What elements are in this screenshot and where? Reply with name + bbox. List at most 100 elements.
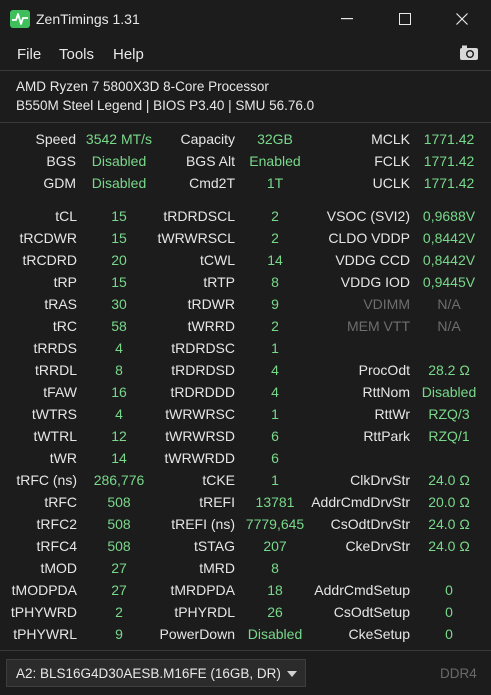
- close-button[interactable]: [433, 0, 491, 38]
- timing-value: 508: [107, 494, 131, 510]
- timing-label: tWRWRSC: [165, 406, 235, 422]
- timing-label: tMRDPDA: [170, 582, 235, 598]
- voltage-label: ClkDrvStr: [350, 472, 410, 488]
- voltage-value: 0,8442V: [422, 230, 476, 246]
- summary-value: Disabled: [91, 175, 147, 191]
- timing-value: 30: [111, 296, 127, 312]
- voltage-label: CsOdtSetup: [333, 604, 410, 620]
- timing-value: 9: [115, 626, 123, 642]
- window-title: ZenTimings 1.31: [36, 11, 140, 27]
- timing-value: 15: [111, 230, 127, 246]
- timing-label: tRRDS: [33, 340, 77, 356]
- memory-module-label: A2: BLS16G4D30AESB.M16FE (16GB, DR): [16, 666, 281, 681]
- timing-label: tRDRDSCL: [163, 208, 235, 224]
- timing-value: 16: [111, 384, 127, 400]
- voltage-value: 24.0 Ω: [428, 472, 470, 488]
- timing-value: 15: [111, 208, 127, 224]
- cpu-name: AMD Ryzen 7 5800X3D 8-Core Processor: [16, 79, 269, 94]
- screenshot-camera-icon[interactable]: [459, 44, 479, 62]
- timing-value: 508: [107, 538, 131, 554]
- menu-help[interactable]: Help: [113, 46, 144, 63]
- timing-label: tRDRDSD: [171, 362, 235, 378]
- voltage-value: 0,9445V: [422, 274, 476, 290]
- timing-value: 2: [271, 230, 279, 246]
- timing-label: tMRD: [199, 560, 235, 576]
- timing-value: 14: [111, 450, 127, 466]
- voltage-label: CkeSetup: [348, 626, 410, 642]
- timing-label: tWTRS: [31, 406, 77, 422]
- timing-label: tMODPDA: [11, 582, 77, 598]
- voltage-value: N/A: [437, 318, 461, 334]
- summary-label: Speed: [35, 131, 76, 147]
- timing-value: 8: [271, 560, 279, 576]
- menu-tools[interactable]: Tools: [59, 46, 94, 63]
- voltage-label: VDDG IOD: [340, 274, 410, 290]
- voltage-label: RttPark: [363, 428, 410, 444]
- clock-value: 1771.42: [423, 175, 475, 191]
- timing-label: tCWL: [200, 252, 235, 268]
- menu-file[interactable]: File: [17, 46, 41, 63]
- voltage-label: RttWr: [374, 406, 410, 422]
- timing-value: Disabled: [247, 626, 303, 642]
- timing-label: tWRWRSCL: [157, 230, 235, 246]
- timing-value: 6: [271, 450, 279, 466]
- menu-bar: File Tools Help: [0, 38, 491, 71]
- timing-label: tRFC: [44, 494, 77, 510]
- summary-value: 1T: [266, 175, 284, 191]
- voltage-value: 0: [445, 626, 453, 642]
- timing-value: 20: [111, 252, 127, 268]
- voltage-label: VDIMM: [363, 296, 410, 312]
- timing-label: tRC: [52, 318, 77, 334]
- timing-label: tRFC (ns): [16, 472, 77, 488]
- timing-value: 2: [271, 318, 279, 334]
- timing-value: 14: [267, 252, 283, 268]
- voltage-value: N/A: [437, 296, 461, 312]
- timing-value: 286,776: [93, 472, 145, 488]
- timing-label: tRFC2: [36, 516, 77, 532]
- timing-label: tWRRD: [187, 318, 235, 334]
- timing-value: 4: [271, 384, 279, 400]
- timing-label: tRTP: [203, 274, 235, 290]
- voltage-value: 0: [445, 604, 453, 620]
- timing-label: tRCDWR: [19, 230, 77, 246]
- clock-label: MCLK: [371, 131, 410, 147]
- voltage-value: 0,8442V: [422, 252, 476, 268]
- memory-module-select[interactable]: A2: BLS16G4D30AESB.M16FE (16GB, DR): [6, 659, 306, 687]
- timing-value: 1: [271, 406, 279, 422]
- summary-label: Capacity: [180, 131, 235, 147]
- timing-value: 18: [267, 582, 283, 598]
- timing-label: tRRDL: [34, 362, 77, 378]
- timing-label: tWTRL: [33, 428, 77, 444]
- timing-value: 1: [271, 472, 279, 488]
- timing-value: 4: [115, 340, 123, 356]
- timing-value: 1: [271, 340, 279, 356]
- summary-label: GDM: [43, 175, 76, 191]
- title-bar: ZenTimings 1.31: [0, 0, 491, 38]
- clock-label: FCLK: [374, 153, 410, 169]
- voltage-label: VSOC (SVI2): [326, 208, 410, 224]
- divider: [0, 122, 491, 123]
- voltage-label: RttNom: [362, 384, 410, 400]
- timing-label: tPHYWRD: [10, 604, 77, 620]
- timing-label: tRFC4: [36, 538, 77, 554]
- timing-label: tREFI: [199, 494, 235, 510]
- timing-value: 6: [271, 428, 279, 444]
- timing-value: 2: [271, 208, 279, 224]
- timing-value: 7779,645: [245, 516, 305, 532]
- minimize-icon: [341, 18, 353, 20]
- maximize-button[interactable]: [376, 0, 434, 38]
- timing-label: tRP: [53, 274, 77, 290]
- timing-label: tCKE: [202, 472, 235, 488]
- summary-value: Disabled: [91, 153, 147, 169]
- summary-value: 32GB: [257, 131, 293, 147]
- timing-value: 9: [271, 296, 279, 312]
- clock-value: 1771.42: [423, 131, 475, 147]
- voltage-value: RZQ/3: [428, 406, 470, 422]
- timing-value: 2: [115, 604, 123, 620]
- timing-value: 26: [267, 604, 283, 620]
- voltage-label: AddrCmdSetup: [314, 582, 410, 598]
- minimize-button[interactable]: [318, 0, 376, 38]
- voltage-value: 0: [445, 582, 453, 598]
- clock-value: 1771.42: [423, 153, 475, 169]
- timing-value: 508: [107, 516, 131, 532]
